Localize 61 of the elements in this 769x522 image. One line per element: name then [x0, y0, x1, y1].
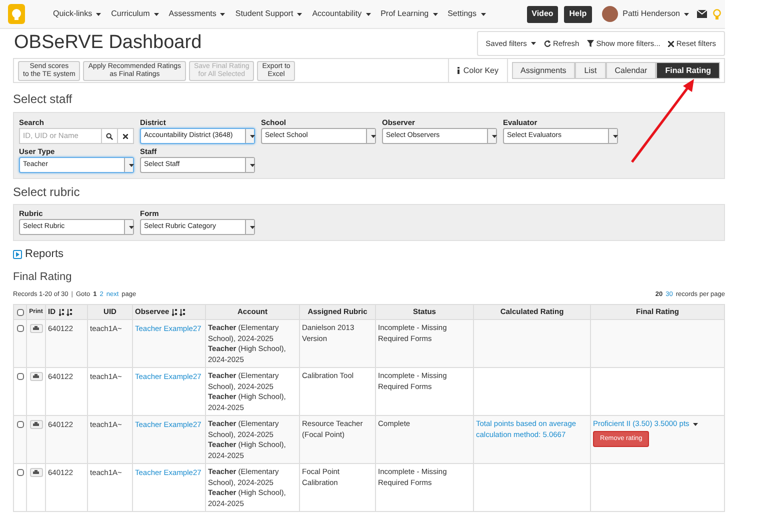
view-tab[interactable]: Assignments [512, 62, 576, 79]
caret-icon [128, 164, 134, 166]
view-tab[interactable]: Final Rating [656, 62, 720, 79]
section-heading: Select rubric [13, 184, 81, 201]
caret-icon [250, 164, 254, 166]
info-icon [457, 67, 460, 74]
user-menu[interactable]: Patti Henderson [622, 8, 689, 20]
page-title: OBSeRVE Dashboard [14, 31, 203, 56]
printer-icon [33, 422, 39, 427]
play-icon [13, 250, 22, 259]
nav-menu[interactable]: Quick-links [53, 8, 102, 20]
row-checkbox[interactable] [16, 325, 24, 332]
caret-icon [128, 226, 134, 228]
view-tab[interactable]: Calendar [606, 62, 656, 79]
select-all-checkbox[interactable] [16, 308, 24, 316]
caret-icon [96, 12, 102, 16]
print-button[interactable] [30, 420, 42, 429]
nav-menu[interactable]: Student Support [235, 8, 302, 20]
row-checkbox[interactable] [16, 421, 24, 428]
nav-menu[interactable]: Accountability [312, 8, 371, 20]
caret-icon [432, 12, 438, 16]
nav-button[interactable]: Video [526, 6, 558, 22]
avatar-icon [602, 6, 618, 22]
printer-icon [33, 374, 39, 379]
caret-icon [684, 12, 689, 16]
row-checkbox[interactable] [16, 469, 24, 476]
reports-toggle[interactable]: Reports [13, 246, 64, 262]
nav-button[interactable]: Help [564, 6, 592, 22]
caret-icon [250, 226, 254, 228]
print-button[interactable] [30, 372, 42, 381]
printer-icon [33, 470, 39, 475]
color-key-button[interactable]: Color Key [448, 59, 506, 82]
print-button[interactable] [30, 324, 42, 333]
print-button[interactable] [30, 468, 42, 477]
caret-icon [480, 12, 486, 16]
section-heading: Select staff [13, 91, 74, 108]
mail-icon[interactable] [697, 10, 707, 18]
refresh-icon [544, 40, 551, 47]
nav-menu[interactable]: Curriculum [111, 8, 159, 20]
search-icon[interactable] [102, 128, 118, 144]
caret-icon [492, 134, 496, 138]
caret-icon [612, 134, 618, 138]
section-heading: Final Rating [13, 270, 73, 284]
caret-icon [297, 12, 302, 16]
view-tab[interactable]: List [575, 62, 606, 79]
caret-icon [154, 12, 159, 16]
caret-icon [250, 134, 254, 138]
printer-icon [33, 326, 39, 331]
clear-icon[interactable] [118, 128, 134, 144]
close-icon [668, 40, 674, 46]
nav-menu[interactable]: Prof Learning [380, 8, 438, 20]
caret-icon [530, 42, 536, 45]
filter-icon [587, 40, 594, 47]
caret-icon [220, 12, 226, 16]
caret-icon [366, 12, 371, 16]
row-checkbox[interactable] [16, 373, 24, 380]
sort-icon[interactable] [58, 308, 74, 316]
nav-menu[interactable]: Assessments [168, 8, 226, 20]
caret-icon [693, 422, 698, 426]
caret-icon [370, 134, 376, 138]
nav-menu[interactable]: Settings [448, 8, 486, 20]
